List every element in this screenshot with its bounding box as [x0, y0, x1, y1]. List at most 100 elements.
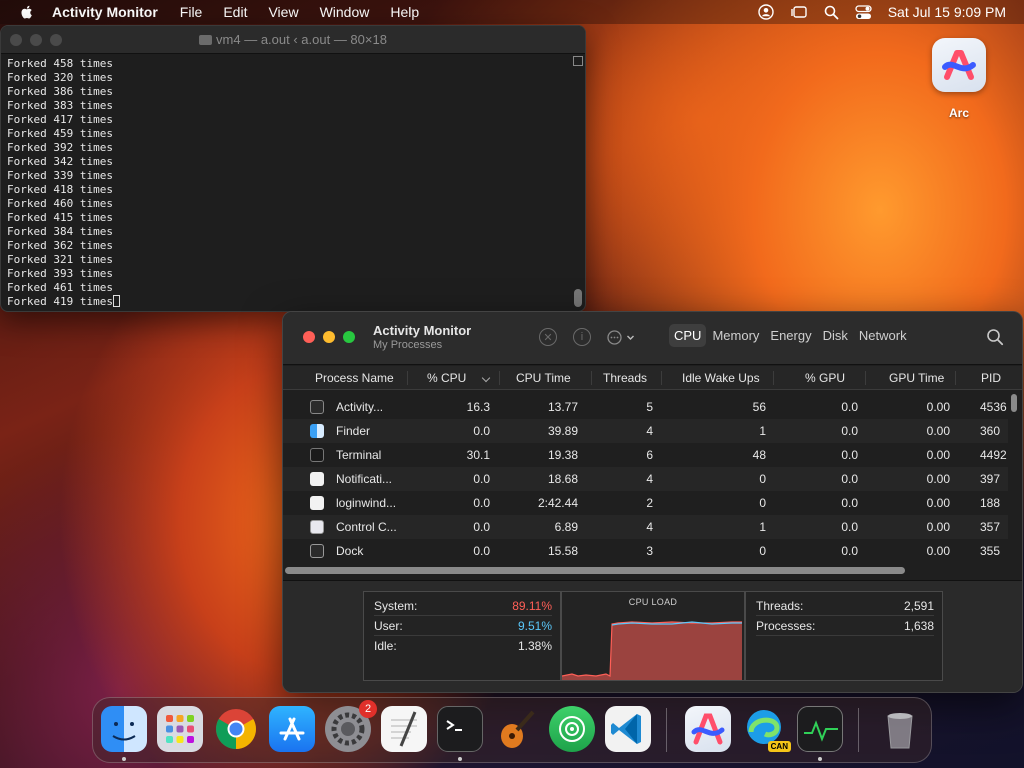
table-vertical-scrollbar[interactable] — [1010, 392, 1018, 562]
column-separator[interactable] — [955, 371, 956, 385]
table-row[interactable]: Dock 0.0 15.58 3 0 0.0 0.00 355 — [283, 539, 1008, 563]
terminal-icon — [310, 448, 324, 462]
menu-clock[interactable]: Sat Jul 15 9:09 PM — [888, 4, 1006, 20]
col-threads[interactable]: Threads — [603, 366, 647, 390]
stage-manager-icon[interactable] — [790, 4, 808, 20]
user-account-icon[interactable] — [758, 4, 774, 20]
info-button[interactable]: i — [573, 328, 591, 346]
stop-process-button[interactable]: ✕ — [539, 328, 557, 346]
cell-threads: 4 — [646, 424, 653, 438]
cell-gpu-time: 0.00 — [926, 424, 950, 438]
table-row[interactable]: Notificati... 0.0 18.68 4 0 0.0 0.00 397 — [283, 467, 1008, 491]
column-separator[interactable] — [773, 371, 774, 385]
cell-cpu: 0.0 — [473, 424, 490, 438]
menu-view[interactable]: View — [268, 4, 298, 20]
tab-cpu[interactable]: CPU — [669, 324, 707, 347]
cell-pid: 4536 — [980, 400, 1007, 414]
col-gpu-percent[interactable]: % GPU — [805, 366, 845, 390]
tab-disk[interactable]: Disk — [818, 324, 853, 347]
dock-activity-monitor-icon[interactable] — [797, 706, 843, 752]
column-separator[interactable] — [865, 371, 866, 385]
menu-window[interactable]: Window — [320, 4, 370, 20]
cell-idle-wake-ups: 0 — [759, 544, 766, 558]
table-row[interactable]: loginwind... 0.0 2:42.44 2 0 0.0 0.00 18… — [283, 491, 1008, 515]
am-toolbar-buttons: ✕ i — [539, 328, 635, 346]
col-cpu-time[interactable]: CPU Time — [516, 366, 571, 390]
terminal-output[interactable]: Forked 458 times Forked 320 times Forked 3… — [1, 54, 585, 311]
cpu-load-panel: CPU LOAD — [561, 591, 745, 681]
column-separator[interactable] — [591, 371, 592, 385]
dock-app-store-icon[interactable] — [269, 706, 315, 752]
dock-trash-icon[interactable] — [877, 706, 923, 752]
cell-process-name: Terminal — [336, 448, 382, 462]
col-idle-wake-ups[interactable]: Idle Wake Ups — [682, 366, 760, 390]
table-row[interactable]: Finder 0.0 39.89 4 1 0.0 0.00 360 — [283, 419, 1008, 443]
am-zoom-button[interactable] — [343, 331, 355, 343]
cell-process-name: Dock — [336, 544, 364, 558]
cell-pid: 4492 — [980, 448, 1007, 462]
arc-label[interactable]: Arc — [928, 106, 990, 120]
search-icon[interactable] — [824, 5, 839, 20]
am-toolbar[interactable]: Activity Monitor My Processes ✕ i CPU Me… — [283, 312, 1022, 365]
column-separator[interactable] — [661, 371, 662, 385]
dock-vscode-icon[interactable] — [605, 706, 651, 752]
apple-menu-icon[interactable] — [18, 3, 36, 21]
arc-app-icon[interactable] — [932, 38, 986, 92]
tab-network[interactable]: Network — [854, 324, 912, 347]
process-table-body: Activity... 16.3 13.77 5 56 0.0 0.00 453… — [283, 395, 1008, 563]
dock-arc-icon[interactable] — [685, 706, 731, 752]
menu-edit[interactable]: Edit — [223, 4, 247, 20]
terminal-scrollbar[interactable] — [572, 56, 583, 309]
dock-edge-canary-icon[interactable]: CAN — [741, 706, 791, 752]
am-close-button[interactable] — [303, 331, 315, 343]
terminal-titlebar[interactable]: vm4 — a.out ‹ a.out — 80×18 — [1, 26, 585, 54]
app-menu-name[interactable]: Activity Monitor — [52, 4, 158, 20]
tab-memory[interactable]: Memory — [707, 324, 764, 347]
action-menu-button[interactable] — [607, 329, 635, 345]
cell-threads: 2 — [646, 496, 653, 510]
col-gpu-time[interactable]: GPU Time — [889, 366, 944, 390]
terminal-window: vm4 — a.out ‹ a.out — 80×18 Forked 458 t… — [0, 25, 586, 312]
cell-cpu: 0.0 — [473, 544, 490, 558]
cell-cpu-time: 13.77 — [547, 400, 578, 414]
table-horizontal-scrollbar[interactable] — [285, 567, 905, 575]
table-row[interactable]: Control C... 0.0 6.89 4 1 0.0 0.00 357 — [283, 515, 1008, 539]
menu-file[interactable]: File — [180, 4, 203, 20]
dock-chrome-icon[interactable] — [213, 706, 259, 752]
table-row[interactable]: Activity... 16.3 13.77 5 56 0.0 0.00 453… — [283, 395, 1008, 419]
horizontal-scroll-thumb[interactable] — [285, 567, 905, 574]
tab-energy[interactable]: Energy — [765, 324, 816, 347]
terminal-scroll-thumb[interactable] — [574, 289, 582, 307]
cell-gpu-time: 0.00 — [926, 400, 950, 414]
dock-textedit-icon[interactable] — [381, 706, 427, 752]
menu-help[interactable]: Help — [390, 4, 419, 20]
terminal-line: Forked 386 times — [7, 85, 113, 98]
col-cpu-percent[interactable]: % CPU — [427, 366, 466, 390]
terminal-line: Forked 461 times — [7, 281, 113, 294]
dock-system-settings-icon[interactable]: 2 — [325, 700, 377, 752]
sort-descending-icon — [481, 373, 491, 383]
dock-finder-icon[interactable] — [101, 706, 147, 752]
am-subtitle[interactable]: My Processes — [373, 339, 442, 351]
search-icon[interactable] — [986, 328, 1004, 346]
cell-gpu: 0.0 — [841, 544, 858, 558]
dock-garageband-icon[interactable] — [493, 706, 539, 752]
control-center-icon[interactable] — [855, 4, 872, 20]
column-separator[interactable] — [499, 371, 500, 385]
col-pid[interactable]: PID — [981, 366, 1001, 390]
terminal-line: Forked 321 times — [7, 253, 113, 266]
dock-find-my-icon[interactable] — [549, 706, 595, 752]
terminal-line: Forked 342 times — [7, 155, 113, 168]
table-row[interactable]: Terminal 30.1 19.38 6 48 0.0 0.00 4492 — [283, 443, 1008, 467]
am-minimize-button[interactable] — [323, 331, 335, 343]
cell-cpu: 0.0 — [473, 520, 490, 534]
dock-terminal-icon[interactable] — [437, 706, 483, 752]
column-separator[interactable] — [407, 371, 408, 385]
desktop-arc-shortcut[interactable]: Arc — [928, 38, 990, 120]
cell-gpu: 0.0 — [841, 496, 858, 510]
vertical-scroll-thumb[interactable] — [1011, 394, 1017, 412]
chevron-down-icon — [627, 335, 634, 340]
dock-launchpad-icon[interactable] — [157, 706, 203, 752]
cell-idle-wake-ups: 56 — [752, 400, 766, 414]
col-process-name[interactable]: Process Name — [315, 366, 394, 390]
